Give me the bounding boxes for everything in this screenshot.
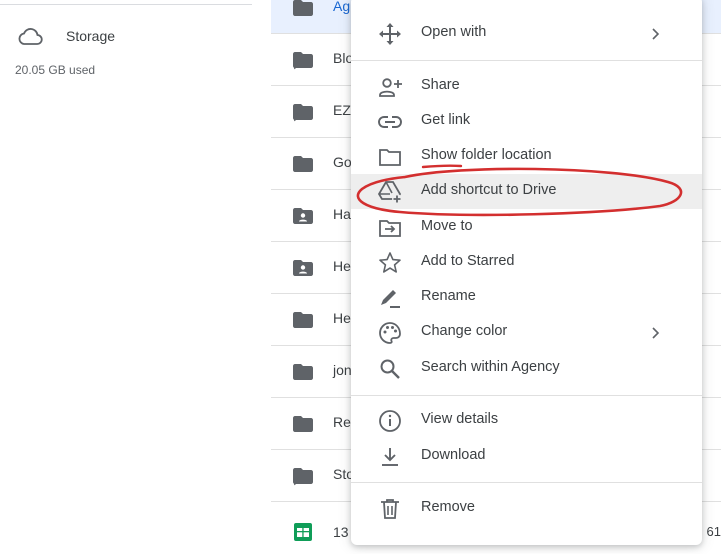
menu-item-share[interactable]: Share xyxy=(351,69,702,104)
folder-icon xyxy=(293,156,313,172)
file-name: jon xyxy=(333,362,352,378)
search-icon xyxy=(380,359,400,379)
folder-icon xyxy=(293,364,313,380)
file-name: He xyxy=(333,310,351,326)
menu-item-label: Get link xyxy=(421,112,471,128)
download-icon xyxy=(382,448,398,466)
file-extra-text: 61 xyxy=(706,524,721,539)
menu-item-remove[interactable]: Remove xyxy=(351,491,702,526)
menu-item-label: Open with xyxy=(421,24,487,40)
file-name: Ag xyxy=(333,0,351,14)
info-icon xyxy=(379,410,401,432)
menu-separator xyxy=(351,395,702,396)
folder-icon xyxy=(293,416,313,432)
menu-item-rename[interactable]: Rename xyxy=(351,280,702,315)
chevron-right-icon xyxy=(652,28,660,40)
storage-used-text: 20.05 GB used xyxy=(15,63,96,77)
menu-item-label: View details xyxy=(421,411,499,427)
menu-item-change-color[interactable]: Change color xyxy=(351,315,702,350)
menu-item-view-details[interactable]: View details xyxy=(351,403,702,438)
file-name: He xyxy=(333,258,351,274)
menu-item-label: Search within Agency xyxy=(421,359,560,375)
menu-item-search-within[interactable]: Search within Agency xyxy=(351,351,702,386)
star-icon xyxy=(379,252,401,273)
context-menu: Open with Share Get link Show folder loc… xyxy=(351,0,702,545)
folder-outline-icon xyxy=(379,149,401,166)
trash-icon xyxy=(381,499,399,519)
file-name: 13 xyxy=(333,524,349,540)
link-icon xyxy=(378,116,402,128)
folder-icon xyxy=(293,312,313,328)
move-to-folder-icon xyxy=(379,220,401,237)
file-name: Re xyxy=(333,414,351,430)
menu-item-add-to-starred[interactable]: Add to Starred xyxy=(351,245,702,280)
add-person-icon xyxy=(379,78,402,97)
menu-separator xyxy=(351,60,702,61)
sheets-icon xyxy=(294,523,312,541)
drive-shortcut-icon xyxy=(377,181,402,204)
sidebar-divider xyxy=(0,4,252,5)
folder-icon xyxy=(293,0,313,16)
menu-item-label: Share xyxy=(421,77,460,93)
chevron-right-icon xyxy=(652,327,660,339)
menu-item-label: Add to Starred xyxy=(421,253,515,269)
shortcut-folder-icon xyxy=(293,468,313,486)
menu-item-label: Change color xyxy=(421,323,508,339)
menu-separator xyxy=(351,482,702,483)
sidebar: Storage 20.05 GB used xyxy=(0,0,252,551)
menu-item-get-link[interactable]: Get link xyxy=(351,104,702,139)
shortcut-folder-icon xyxy=(293,52,313,70)
palette-icon xyxy=(379,322,401,344)
move-arrows-icon xyxy=(379,23,401,45)
menu-item-download[interactable]: Download xyxy=(351,439,702,474)
menu-item-label: Download xyxy=(421,447,486,463)
file-name: Ha xyxy=(333,206,351,222)
menu-item-label: Remove xyxy=(421,499,475,515)
storage-nav-item[interactable] xyxy=(16,26,44,48)
file-name: Go xyxy=(333,154,352,170)
shared-folder-icon xyxy=(293,260,313,276)
menu-item-label: Move to xyxy=(421,218,473,234)
menu-item-label: Rename xyxy=(421,288,476,304)
storage-label[interactable]: Storage xyxy=(66,28,115,44)
shared-folder-icon xyxy=(293,208,313,224)
file-name: EZ xyxy=(333,102,351,118)
pencil-icon xyxy=(381,290,400,308)
menu-item-add-shortcut[interactable]: Add shortcut to Drive xyxy=(351,174,702,209)
shortcut-folder-icon xyxy=(293,104,313,122)
menu-item-label: Show folder location xyxy=(421,147,552,163)
menu-item-show-folder-location[interactable]: Show folder location xyxy=(351,139,702,174)
menu-item-move-to[interactable]: Move to xyxy=(351,210,702,245)
cloud-icon xyxy=(18,28,43,45)
menu-item-label: Add shortcut to Drive xyxy=(421,182,557,198)
menu-item-open-with[interactable]: Open with xyxy=(351,16,702,51)
